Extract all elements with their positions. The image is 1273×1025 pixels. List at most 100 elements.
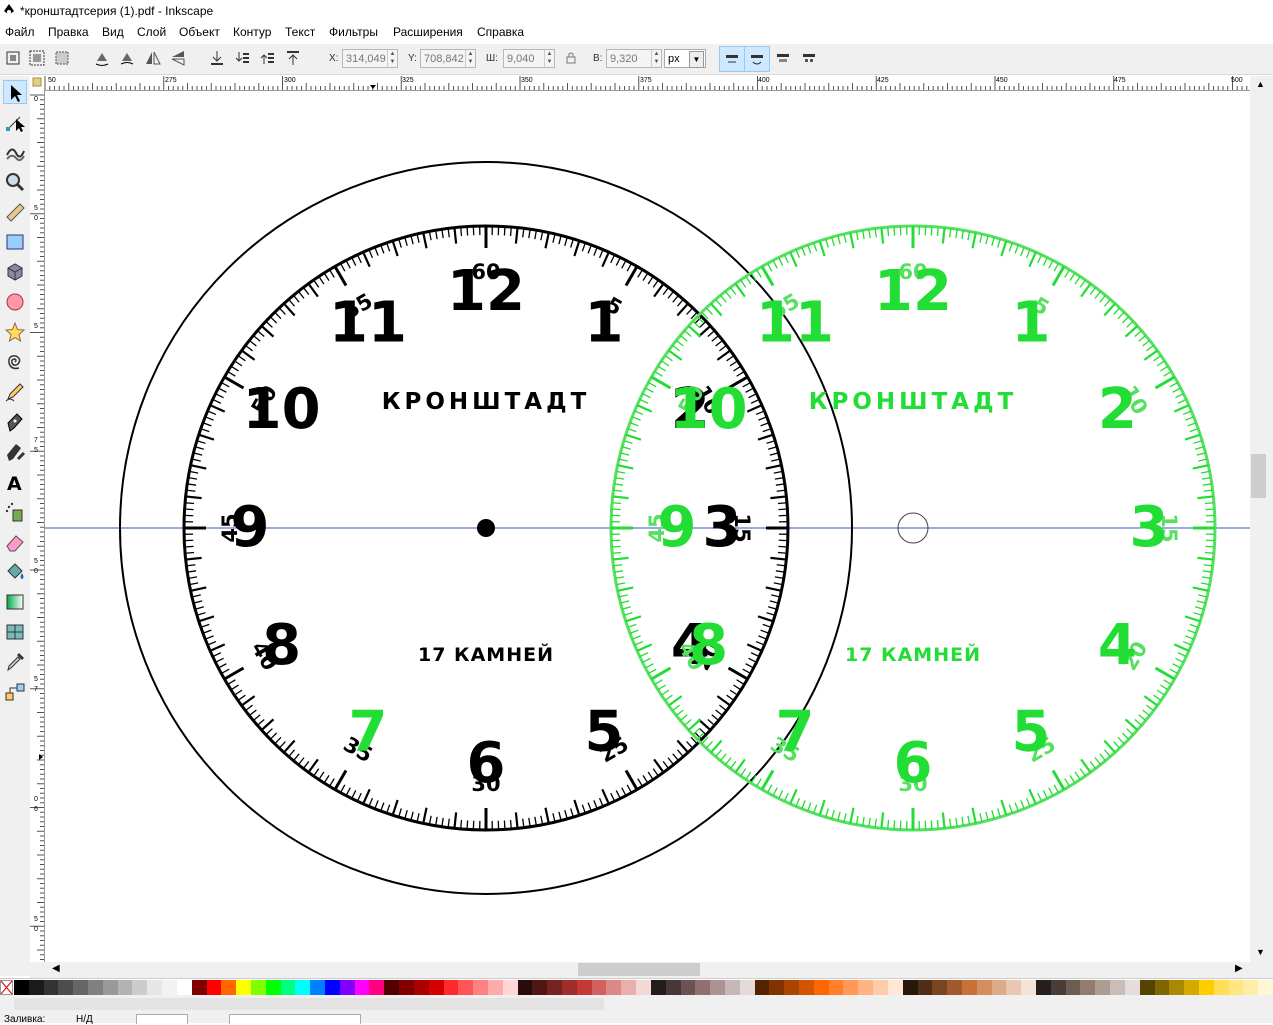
palette-swatch[interactable] xyxy=(1214,980,1229,995)
palette-swatch[interactable] xyxy=(325,980,340,995)
move-patterns-icon[interactable] xyxy=(800,49,818,67)
palette-swatch[interactable] xyxy=(221,980,236,995)
palette-swatch[interactable] xyxy=(1021,980,1036,995)
palette-swatch[interactable] xyxy=(473,980,488,995)
horizontal-scrollbar[interactable]: ◀ ▶ xyxy=(30,962,1273,978)
palette-swatch[interactable] xyxy=(1080,980,1095,995)
palette-swatch[interactable] xyxy=(977,980,992,995)
menu-view[interactable]: Вид xyxy=(102,25,124,39)
pencil-tool-icon[interactable] xyxy=(3,380,27,404)
scroll-up-icon[interactable]: ▲ xyxy=(1256,79,1265,89)
palette-swatch[interactable] xyxy=(532,980,547,995)
move-gradients-icon[interactable] xyxy=(774,49,792,67)
palette-swatch[interactable] xyxy=(518,980,533,995)
text-tool-icon[interactable]: A xyxy=(3,470,27,494)
menu-text[interactable]: Текст xyxy=(285,25,315,39)
vertical-scrollbar[interactable]: ▲ ▼ xyxy=(1250,76,1273,962)
spiral-tool-icon[interactable] xyxy=(3,350,27,374)
width-stepper-icon[interactable]: ▲▼ xyxy=(544,50,554,67)
zoom-tool-icon[interactable] xyxy=(3,170,27,194)
y-field[interactable]: 708,842▲▼ xyxy=(420,49,476,68)
flip-horizontal-icon[interactable] xyxy=(144,49,162,67)
palette-swatch[interactable] xyxy=(962,980,977,995)
palette-swatch[interactable] xyxy=(992,980,1007,995)
palette-swatch[interactable] xyxy=(918,980,933,995)
palette-swatch[interactable] xyxy=(829,980,844,995)
palette-swatch[interactable] xyxy=(769,980,784,995)
palette-swatch[interactable] xyxy=(947,980,962,995)
palette-swatch[interactable] xyxy=(621,980,636,995)
palette-swatch[interactable] xyxy=(503,980,518,995)
palette-swatch[interactable] xyxy=(562,980,577,995)
drawing-canvas[interactable]: 60510152025303540455055 121234567891011 … xyxy=(45,91,1250,962)
palette-swatch[interactable] xyxy=(1229,980,1244,995)
palette-swatch[interactable] xyxy=(355,980,370,995)
palette-swatch[interactable] xyxy=(1095,980,1110,995)
palette-swatch[interactable] xyxy=(1006,980,1021,995)
palette-swatch[interactable] xyxy=(814,980,829,995)
palette-swatch[interactable] xyxy=(1155,980,1170,995)
measure-tool-icon[interactable] xyxy=(3,200,27,224)
palette-swatch[interactable] xyxy=(1243,980,1258,995)
rotate-ccw-icon[interactable] xyxy=(93,49,111,67)
palette-swatch[interactable] xyxy=(858,980,873,995)
menu-object[interactable]: Объект xyxy=(179,25,220,39)
menu-edit[interactable]: Правка xyxy=(48,25,89,39)
palette-swatch[interactable] xyxy=(725,980,740,995)
tweak-tool-icon[interactable] xyxy=(3,140,27,164)
selector-tool-icon[interactable] xyxy=(3,80,27,104)
lower-to-bottom-icon[interactable] xyxy=(208,49,226,67)
paint-bucket-tool-icon[interactable] xyxy=(3,560,27,584)
palette-swatch[interactable] xyxy=(843,980,858,995)
mesh-tool-icon[interactable] xyxy=(3,620,27,644)
palette-swatch[interactable] xyxy=(651,980,666,995)
palette-swatch[interactable] xyxy=(103,980,118,995)
raise-to-top-icon[interactable] xyxy=(284,49,302,67)
rectangle-tool-icon[interactable] xyxy=(3,230,27,254)
palette-swatch[interactable] xyxy=(88,980,103,995)
select-all-layers-icon[interactable] xyxy=(28,49,46,67)
scroll-down-icon[interactable]: ▼ xyxy=(1256,947,1265,957)
x-field[interactable]: 314,049▲▼ xyxy=(342,49,398,68)
palette-swatch[interactable] xyxy=(710,980,725,995)
palette-swatch[interactable] xyxy=(147,980,162,995)
palette-swatch[interactable] xyxy=(340,980,355,995)
palette-swatch[interactable] xyxy=(369,980,384,995)
width-field[interactable]: 9,040▲▼ xyxy=(503,49,555,68)
palette-swatch[interactable] xyxy=(681,980,696,995)
lock-icon[interactable] xyxy=(564,49,578,67)
menu-help[interactable]: Справка xyxy=(477,25,524,39)
palette-swatch[interactable] xyxy=(606,980,621,995)
scroll-left-icon[interactable]: ◀ xyxy=(52,963,60,974)
3d-box-tool-icon[interactable] xyxy=(3,260,27,284)
palette-swatch[interactable] xyxy=(1184,980,1199,995)
palette-swatch[interactable] xyxy=(740,980,755,995)
palette-swatch[interactable] xyxy=(1140,980,1155,995)
x-stepper-icon[interactable]: ▲▼ xyxy=(387,50,397,67)
calligraphy-tool-icon[interactable] xyxy=(3,440,27,464)
palette-swatch[interactable] xyxy=(251,980,266,995)
eraser-tool-icon[interactable] xyxy=(3,530,27,554)
height-stepper-icon[interactable]: ▲▼ xyxy=(651,50,661,67)
menu-file[interactable]: Файл xyxy=(5,25,35,39)
gradient-tool-icon[interactable] xyxy=(3,590,27,614)
palette-swatch[interactable] xyxy=(14,980,29,995)
palette-swatch[interactable] xyxy=(873,980,888,995)
palette-swatch[interactable] xyxy=(414,980,429,995)
palette-swatch[interactable] xyxy=(1066,980,1081,995)
palette-swatch[interactable] xyxy=(1110,980,1125,995)
palette-swatch[interactable] xyxy=(1169,980,1184,995)
scroll-right-icon[interactable]: ▶ xyxy=(1235,963,1243,974)
palette-swatch[interactable] xyxy=(666,980,681,995)
palette-swatch[interactable] xyxy=(132,980,147,995)
raise-icon[interactable] xyxy=(258,49,276,67)
palette-swatch[interactable] xyxy=(177,980,192,995)
scale-corners-toggle-icon[interactable] xyxy=(744,46,770,72)
pen-tool-icon[interactable] xyxy=(3,410,27,434)
rotate-cw-icon[interactable] xyxy=(118,49,136,67)
palette-swatch[interactable] xyxy=(903,980,918,995)
menu-extensions[interactable]: Расширения xyxy=(393,25,463,39)
palette-swatch[interactable] xyxy=(1258,980,1273,995)
menu-filters[interactable]: Фильтры xyxy=(329,25,378,39)
menu-layer[interactable]: Слой xyxy=(137,25,166,39)
